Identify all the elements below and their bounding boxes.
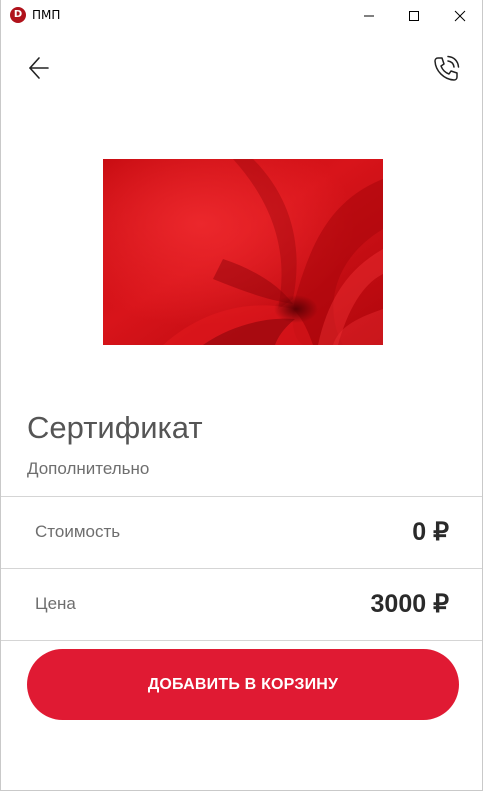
app-logo-icon: D (10, 7, 26, 23)
product-image (103, 159, 383, 345)
maximize-icon (409, 11, 419, 21)
minimize-button[interactable] (346, 0, 392, 31)
app-window: D ПМП Сертификат Дополнительно Стоимость… (0, 0, 483, 791)
cost-value: 0 ₽ (412, 518, 449, 546)
maximize-button[interactable] (391, 0, 437, 31)
minimize-icon (364, 15, 374, 17)
arrow-left-icon (29, 57, 49, 79)
product-title: Сертификат (27, 410, 203, 445)
window-title: ПМП (32, 8, 61, 22)
price-label: Цена (35, 594, 76, 613)
phone-call-icon (434, 55, 460, 81)
price-value: 3000 ₽ (370, 590, 449, 618)
add-to-cart-button[interactable]: ДОБАВИТЬ В КОРЗИНУ (27, 649, 459, 720)
cost-label: Стоимость (35, 522, 121, 541)
close-button[interactable] (437, 0, 483, 31)
divider (1, 496, 482, 497)
divider (1, 640, 482, 641)
product-subtitle: Дополнительно (27, 459, 150, 478)
divider (1, 568, 482, 569)
back-button[interactable] (23, 52, 55, 84)
title-bar: D ПМП (1, 0, 482, 31)
red-fabric-image (103, 159, 383, 345)
call-button[interactable] (429, 52, 463, 86)
close-icon (454, 10, 466, 22)
